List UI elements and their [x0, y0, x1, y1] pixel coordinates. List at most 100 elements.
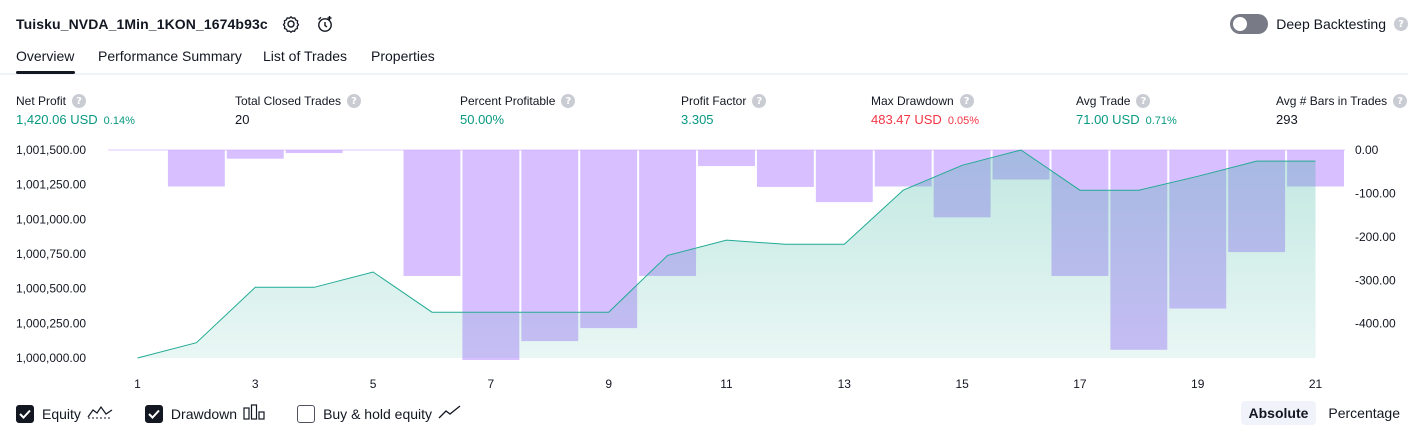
left-axis-tick-label: 1,000,250.00 [16, 316, 86, 330]
report-tabs: Overview Performance Summary List of Tra… [0, 44, 1408, 75]
info-icon[interactable]: ? [347, 94, 362, 108]
info-icon[interactable]: ? [1393, 94, 1408, 108]
legend-equity-label: Equity [42, 406, 81, 422]
legend-drawdown[interactable]: Drawdown [144, 403, 265, 425]
right-axis-tick-label: 0.00 [1355, 143, 1379, 157]
x-axis-tick-label: 7 [488, 377, 495, 391]
x-axis-tick-label: 17 [1073, 377, 1087, 391]
metric-value: 293 [1276, 112, 1407, 127]
x-axis-tick-label: 21 [1309, 377, 1323, 391]
right-axis-tick-label: -200.00 [1355, 230, 1396, 244]
legend-buy-hold-label: Buy & hold equity [323, 406, 433, 422]
metric-label-text: Total Closed Trades [235, 94, 342, 108]
metric-value-text: 483.47 USD [871, 112, 942, 127]
right-axis-tick-label: -100.00 [1355, 186, 1396, 200]
checkbox-checked-icon[interactable] [144, 405, 163, 423]
metric-value: 71.00 USD 0.71% [1076, 112, 1177, 127]
equity-drawdown-chart[interactable]: 1,000,000.00 1,000,250.00 1,000,500.00 1,00… [0, 140, 1424, 395]
x-axis-tick-label: 9 [605, 377, 612, 391]
info-icon[interactable]: ? [72, 94, 87, 108]
tab-overview[interactable]: Overview [16, 48, 74, 64]
x-axis-tick-label: 11 [720, 377, 733, 391]
add-alert-icon[interactable] [314, 13, 336, 35]
x-axis-tick-label: 1 [134, 377, 141, 391]
x-axis-tick-label: 5 [370, 377, 377, 391]
drawdown-bar [226, 150, 284, 159]
metric-label: Net Profit? [16, 93, 135, 109]
tab-properties[interactable]: Properties [371, 48, 435, 64]
metric-value-text: 20 [235, 112, 250, 127]
metric-total-closed-trades: Total Closed Trades? 20 [235, 93, 362, 127]
metric-value-text: 1,420.06 USD [16, 112, 98, 127]
metric-value: 483.47 USD 0.05% [871, 112, 979, 127]
left-axis-tick-label: 1,001,250.00 [16, 178, 86, 192]
left-axis-tick-label: 1,000,000.00 [16, 351, 86, 365]
absolute-button[interactable]: Absolute [1240, 401, 1317, 425]
drawdown-bars-icon [243, 403, 265, 425]
x-axis-tick-label: 19 [1191, 377, 1205, 391]
metric-value-text: 71.00 USD [1076, 112, 1140, 127]
metric-percent-profitable: Percent Profitable? 50.00% [460, 93, 576, 127]
metric-label-text: Percent Profitable [460, 94, 556, 108]
info-icon[interactable]: ? [959, 94, 974, 108]
drawdown-bar [167, 150, 225, 187]
metric-label: Max Drawdown? [871, 93, 979, 109]
drawdown-bar [815, 150, 873, 203]
strategy-title: Tuisku_NVDA_1Min_1KON_1674b93c [16, 16, 268, 32]
tab-performance-summary[interactable]: Performance Summary [98, 48, 242, 64]
metric-profit-factor: Profit Factor? 3.305 [681, 93, 767, 127]
metric-label-text: Avg # Bars in Trades [1276, 94, 1388, 108]
active-tab-indicator [16, 71, 75, 74]
deep-backtesting-label: Deep Backtesting [1276, 16, 1386, 32]
left-axis-tick-label: 1,000,750.00 [16, 247, 86, 261]
metric-value: 1,420.06 USD 0.14% [16, 112, 135, 127]
info-icon[interactable]: ? [752, 94, 767, 108]
legend-buy-hold-equity[interactable]: Buy & hold equity [297, 404, 462, 425]
metric-label: Avg Trade? [1076, 93, 1177, 109]
metric-percent: 0.71% [1145, 115, 1177, 127]
metric-value: 50.00% [460, 112, 575, 127]
metric-net-profit: Net Profit? 1,420.06 USD 0.14% [16, 93, 135, 127]
checkbox-unchecked-icon[interactable] [297, 405, 316, 423]
drawdown-bar [403, 150, 461, 276]
legend-equity[interactable]: Equity [16, 404, 113, 425]
tab-list-of-trades[interactable]: List of Trades [263, 48, 347, 64]
x-axis-tick-label: 3 [252, 377, 259, 391]
left-axis-tick-label: 1,000,500.00 [16, 282, 86, 296]
checkbox-checked-icon[interactable] [16, 405, 34, 423]
deep-backtesting-control: Deep Backtesting ? [1230, 12, 1408, 36]
left-axis-tick-label: 1,001,500.00 [16, 143, 86, 157]
drawdown-bar [756, 150, 814, 187]
buy-hold-line-icon [438, 404, 462, 425]
settings-icon[interactable] [280, 13, 302, 35]
metric-percent: 0.05% [947, 115, 980, 127]
metric-label-text: Max Drawdown [871, 94, 954, 108]
info-icon[interactable]: ? [1394, 17, 1408, 31]
deep-backtesting-toggle[interactable] [1230, 14, 1269, 34]
drawdown-bar [874, 150, 932, 187]
info-icon[interactable]: ? [1136, 94, 1151, 108]
scale-switch: Absolute Percentage [1240, 401, 1409, 425]
strategy-header: Tuisku_NVDA_1Min_1KON_1674b93c [16, 12, 336, 36]
info-icon[interactable]: ? [561, 94, 576, 108]
metric-label-text: Avg Trade [1076, 94, 1131, 108]
metric-avg-bars-in-trades: Avg # Bars in Trades? 293 [1276, 93, 1408, 127]
x-axis-tick-label: 13 [838, 377, 852, 391]
right-axis-tick-label: -300.00 [1355, 273, 1396, 287]
metric-value-text: 50.00% [460, 112, 505, 127]
metric-value-text: 3.305 [681, 112, 714, 127]
equity-line-icon [87, 404, 113, 425]
metric-value: 3.305 [681, 112, 766, 127]
metric-value-text: 293 [1276, 112, 1298, 127]
metric-label: Percent Profitable? [460, 93, 576, 109]
drawdown-bar [285, 150, 343, 154]
metric-label: Total Closed Trades? [235, 93, 362, 109]
percentage-button[interactable]: Percentage [1320, 401, 1408, 425]
metric-label-text: Profit Factor [681, 94, 747, 108]
metric-avg-trade: Avg Trade? 71.00 USD 0.71% [1076, 93, 1177, 127]
metric-percent: 0.14% [103, 115, 135, 127]
x-axis-tick-label: 15 [955, 377, 969, 391]
metric-label: Avg # Bars in Trades? [1276, 93, 1408, 109]
metric-value: 20 [235, 112, 361, 127]
left-axis-tick-label: 1,001,000.00 [16, 212, 86, 226]
